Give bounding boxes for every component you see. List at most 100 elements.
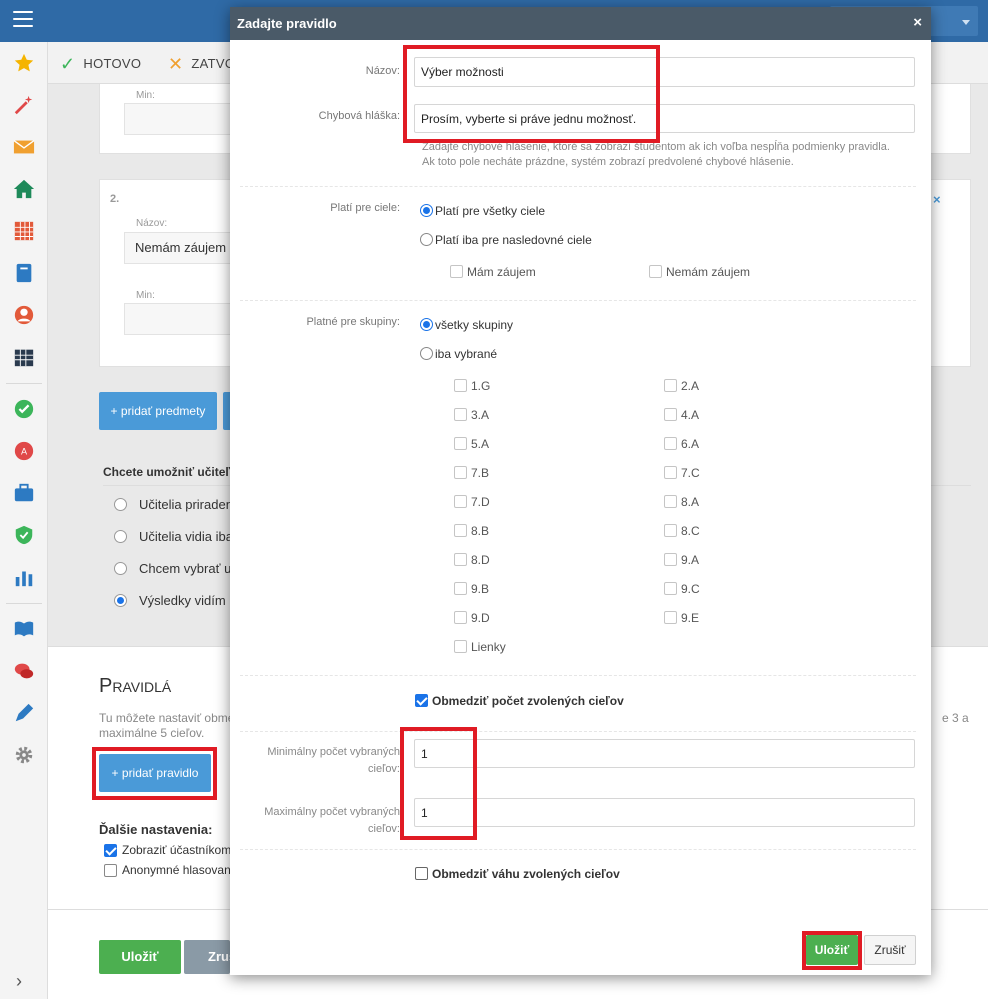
group-checkbox[interactable]: [454, 437, 467, 450]
group-option[interactable]: Lienky: [454, 640, 506, 654]
group-checkbox[interactable]: [664, 379, 677, 392]
svg-text:A: A: [21, 447, 28, 457]
group-checkbox[interactable]: [454, 495, 467, 508]
close-icon[interactable]: ×: [913, 15, 922, 30]
notebook-icon[interactable]: [13, 262, 35, 284]
close-button[interactable]: ✕ ZATVORIŤ: [168, 54, 232, 75]
limit-count-checkbox[interactable]: [415, 694, 428, 707]
check-circle-icon[interactable]: [13, 398, 35, 420]
groups-selected-radio[interactable]: [420, 347, 433, 360]
magic-wand-icon[interactable]: [13, 94, 35, 116]
group-checkbox[interactable]: [664, 553, 677, 566]
target-option-1[interactable]: Mám záujem: [450, 265, 536, 279]
group-option[interactable]: 7.C: [664, 466, 700, 480]
menu-icon[interactable]: [13, 11, 33, 27]
add-rule-button[interactable]: + pridať pravidlo: [99, 754, 211, 792]
group-label: 1.G: [471, 379, 491, 393]
group-checkbox[interactable]: [454, 379, 467, 392]
group-checkbox[interactable]: [454, 553, 467, 566]
group-checkbox[interactable]: [454, 611, 467, 624]
max-count-input[interactable]: [414, 798, 915, 827]
name-input[interactable]: Nemám záujem: [124, 232, 244, 264]
group-option[interactable]: 9.E: [664, 611, 699, 625]
targets-only-radio[interactable]: [420, 233, 433, 246]
group-checkbox[interactable]: [664, 495, 677, 508]
calendar-grid-icon[interactable]: [13, 220, 35, 242]
mail-icon[interactable]: [13, 136, 35, 158]
targets-all-option[interactable]: Platí pre všetky ciele: [420, 204, 545, 218]
group-option[interactable]: 2.A: [664, 379, 699, 393]
group-option[interactable]: 7.B: [454, 466, 489, 480]
schedule-icon[interactable]: [13, 346, 35, 368]
group-option[interactable]: 9.B: [454, 582, 489, 596]
book-icon[interactable]: [13, 618, 35, 640]
group-checkbox[interactable]: [664, 524, 677, 537]
home-icon[interactable]: [13, 178, 35, 200]
add-subjects-button[interactable]: + pridať predmety: [99, 392, 217, 430]
group-option[interactable]: 9.D: [454, 611, 490, 625]
group-option[interactable]: 9.C: [664, 582, 700, 596]
error-message-input[interactable]: [414, 104, 915, 133]
save-button[interactable]: Uložiť: [99, 940, 181, 974]
group-option[interactable]: 8.B: [454, 524, 489, 538]
group-option[interactable]: 9.A: [664, 553, 699, 567]
cancel-button[interactable]: Zruš: [184, 940, 236, 974]
gear-icon[interactable]: [13, 744, 35, 766]
group-option[interactable]: 8.A: [664, 495, 699, 509]
group-checkbox[interactable]: [664, 437, 677, 450]
limit-weight-option[interactable]: Obmedziť váhu zvolených cieľov: [415, 867, 620, 881]
teacher-option-radio-2[interactable]: [114, 530, 127, 543]
group-checkbox[interactable]: [664, 408, 677, 421]
limit-count-option[interactable]: Obmedziť počet zvolených cieľov: [415, 694, 624, 708]
group-option[interactable]: 7.D: [454, 495, 490, 509]
target-option-1-checkbox[interactable]: [450, 265, 463, 278]
group-option[interactable]: 1.G: [454, 379, 490, 393]
group-option[interactable]: 4.A: [664, 408, 699, 422]
group-option[interactable]: 8.D: [454, 553, 490, 567]
group-option[interactable]: 8.C: [664, 524, 700, 538]
anonymous-checkbox[interactable]: [104, 864, 117, 877]
chat-icon[interactable]: [13, 660, 35, 682]
limit-weight-checkbox[interactable]: [415, 867, 428, 880]
groups-all-option[interactable]: všetky skupiny: [420, 318, 513, 332]
show-participants-checkbox[interactable]: [104, 844, 117, 857]
group-checkbox[interactable]: [454, 466, 467, 479]
target-option-2-checkbox[interactable]: [649, 265, 662, 278]
group-checkbox[interactable]: [454, 582, 467, 595]
targets-only-option[interactable]: Platí iba pre nasledovné ciele: [420, 233, 592, 247]
group-option[interactable]: 3.A: [454, 408, 489, 422]
group-checkbox[interactable]: [454, 524, 467, 537]
dialog-save-button[interactable]: Uložiť: [806, 935, 858, 965]
groups-all-radio[interactable]: [420, 318, 433, 331]
target-option-2[interactable]: Nemám záujem: [649, 265, 750, 279]
min-input[interactable]: [124, 303, 244, 335]
shield-icon[interactable]: [13, 524, 35, 546]
group-checkbox[interactable]: [454, 408, 467, 421]
group-option[interactable]: 6.A: [664, 437, 699, 451]
name-label: Názov:: [365, 65, 400, 77]
min-count-input[interactable]: [414, 739, 915, 768]
groups-selected-option[interactable]: iba vybrané: [420, 347, 497, 361]
min-input[interactable]: [124, 103, 244, 135]
remove-icon[interactable]: ×: [933, 192, 941, 207]
targets-all-radio[interactable]: [420, 204, 433, 217]
group-checkbox[interactable]: [664, 582, 677, 595]
chevron-right-icon[interactable]: ›: [16, 972, 22, 990]
done-button[interactable]: ✓ HOTOVO: [60, 54, 141, 75]
dialog-cancel-button[interactable]: Zrušiť: [864, 935, 916, 965]
group-checkbox[interactable]: [454, 640, 467, 653]
teacher-option-radio-4[interactable]: [114, 594, 127, 607]
group-option[interactable]: 5.A: [454, 437, 489, 451]
group-label: 8.A: [681, 495, 700, 509]
group-checkbox[interactable]: [664, 466, 677, 479]
user-icon[interactable]: [13, 304, 35, 326]
teacher-option-radio-1[interactable]: [114, 498, 127, 511]
briefcase-icon[interactable]: [13, 482, 35, 504]
name-input[interactable]: [414, 57, 915, 87]
teacher-option-radio-3[interactable]: [114, 562, 127, 575]
group-checkbox[interactable]: [664, 611, 677, 624]
grade-badge-icon[interactable]: A: [13, 440, 35, 462]
bar-chart-icon[interactable]: [13, 566, 35, 588]
pen-icon[interactable]: [13, 702, 35, 724]
star-icon[interactable]: [13, 52, 35, 74]
